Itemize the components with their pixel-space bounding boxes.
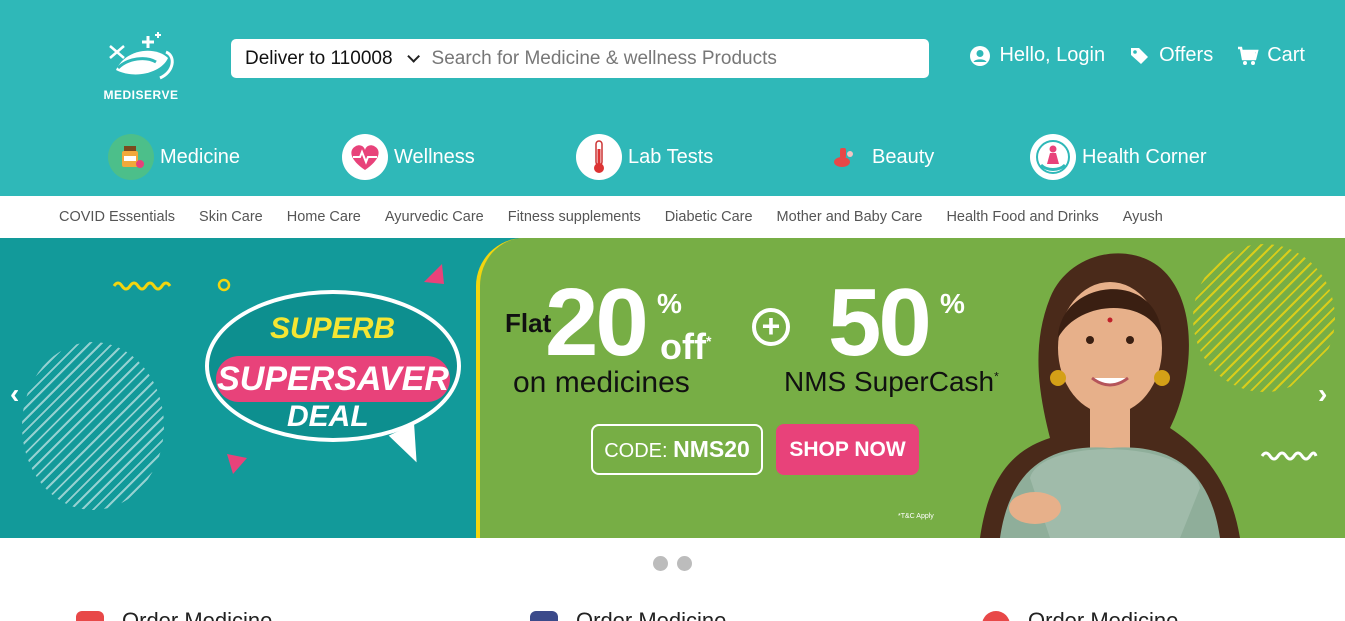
medicine-icon — [108, 134, 154, 180]
on-medicines-text: on medicines — [513, 366, 690, 399]
subcategory-nav: COVID Essentials Skin Care Home Care Ayu… — [0, 196, 1345, 238]
category-label: Health Corner — [1082, 145, 1207, 168]
percent-sign: % — [657, 288, 682, 319]
beauty-icon — [820, 134, 866, 180]
carousel-prev-button[interactable]: ‹ — [10, 378, 19, 410]
login-label: Hello, Login — [999, 44, 1106, 66]
chevron-down-icon — [406, 50, 420, 63]
category-label: Wellness — [394, 145, 475, 168]
deliver-label: Deliver to 110008 — [245, 47, 393, 69]
search-bar: Deliver to 110008 — [231, 39, 929, 78]
order-medicine-label: Order Medicine — [576, 608, 727, 621]
coupon-code: CODE: NMS20 — [591, 424, 763, 475]
off-label: off — [660, 326, 706, 367]
category-wellness[interactable]: Wellness — [342, 134, 475, 180]
superb-text: SUPERB — [270, 312, 396, 345]
subnav-skin-care[interactable]: Skin Care — [199, 209, 263, 225]
deliver-location-select[interactable]: Deliver to 110008 — [231, 39, 420, 78]
subnav-fitness-supplements[interactable]: Fitness supplements — [508, 209, 641, 225]
category-beauty[interactable]: Beauty — [820, 134, 934, 180]
header-actions: Hello, Login Offers Cart — [969, 44, 1305, 67]
cart-button[interactable]: Cart — [1237, 44, 1305, 67]
mediserve-logo[interactable]: MEDISERVE — [96, 28, 186, 108]
health-corner-icon — [1030, 134, 1076, 180]
ring-decoration — [217, 278, 231, 292]
order-medicine-label: Order Medicine — [1028, 608, 1179, 621]
subnav-mother-baby-care[interactable]: Mother and Baby Care — [777, 209, 923, 225]
off-text: off* — [660, 326, 711, 368]
carousel-dots — [0, 556, 1345, 571]
code-label: CODE: — [604, 440, 668, 462]
triangle-decoration — [424, 264, 444, 284]
medicine-box-icon — [530, 611, 558, 621]
wave-decoration — [112, 281, 172, 291]
model-image — [980, 253, 1240, 538]
terms-text: *T&C Apply — [898, 513, 934, 520]
carousel-next-button[interactable]: › — [1318, 378, 1327, 410]
user-icon — [970, 45, 991, 66]
cart-icon — [1238, 46, 1259, 65]
cashback-value: 50 — [828, 269, 932, 376]
thermometer-icon — [576, 134, 622, 180]
order-medicine-card[interactable]: Order Medicine — [982, 608, 1178, 621]
order-medicine-card[interactable]: Order Medicine — [530, 608, 726, 621]
category-label: Beauty — [872, 145, 935, 168]
order-medicine-card[interactable]: Order Medicine — [76, 608, 272, 621]
category-health-corner[interactable]: Health Corner — [1030, 134, 1207, 180]
header: MEDISERVE Deliver to 110008 Hello, Login… — [0, 0, 1345, 196]
heart-icon — [982, 611, 1010, 621]
triangle-decoration — [227, 454, 247, 474]
carousel-dot[interactable] — [653, 556, 668, 571]
category-label: Lab Tests — [628, 145, 714, 168]
discount-value: 20 — [545, 269, 649, 376]
deal-text: DEAL — [287, 400, 369, 433]
category-medicine[interactable]: Medicine — [108, 134, 240, 180]
subnav-home-care[interactable]: Home Care — [287, 209, 361, 225]
login-button[interactable]: Hello, Login — [969, 44, 1105, 67]
subnav-ayush[interactable]: Ayush — [1123, 209, 1163, 225]
tags-icon — [1131, 47, 1149, 64]
subnav-ayurvedic-care[interactable]: Ayurvedic Care — [385, 209, 484, 225]
subnav-health-food-drinks[interactable]: Health Food and Drinks — [946, 209, 1098, 225]
decorative-hatch-circle — [22, 342, 164, 510]
carousel-dot[interactable] — [677, 556, 692, 571]
promo-banner[interactable]: SUPERB SUPERSAVER DEAL Flat 20 % off* on… — [0, 238, 1345, 538]
subnav-diabetic-care[interactable]: Diabetic Care — [665, 209, 753, 225]
category-nav: Medicine Wellness Lab Tests Beauty Healt… — [108, 134, 1248, 182]
supersaver-text: SUPERSAVER — [216, 356, 450, 402]
category-label: Medicine — [160, 145, 241, 168]
subnav-covid-essentials[interactable]: COVID Essentials — [59, 209, 175, 225]
cart-label: Cart — [1267, 44, 1305, 66]
logo-icon — [109, 32, 174, 80]
wave-decoration — [1260, 451, 1318, 461]
offers-button[interactable]: Offers — [1129, 44, 1213, 67]
asterisk: * — [705, 333, 712, 349]
heart-icon — [342, 134, 388, 180]
category-lab-tests[interactable]: Lab Tests — [576, 134, 713, 180]
shop-now-button[interactable]: SHOP NOW — [776, 424, 919, 475]
order-medicine-label: Order Medicine — [122, 608, 273, 621]
code-value: NMS20 — [673, 436, 750, 462]
prescription-icon — [76, 611, 104, 621]
offers-label: Offers — [1159, 44, 1214, 66]
plus-icon: + — [752, 308, 790, 346]
search-input[interactable] — [431, 47, 929, 70]
brand-name: MEDISERVE — [103, 88, 179, 102]
